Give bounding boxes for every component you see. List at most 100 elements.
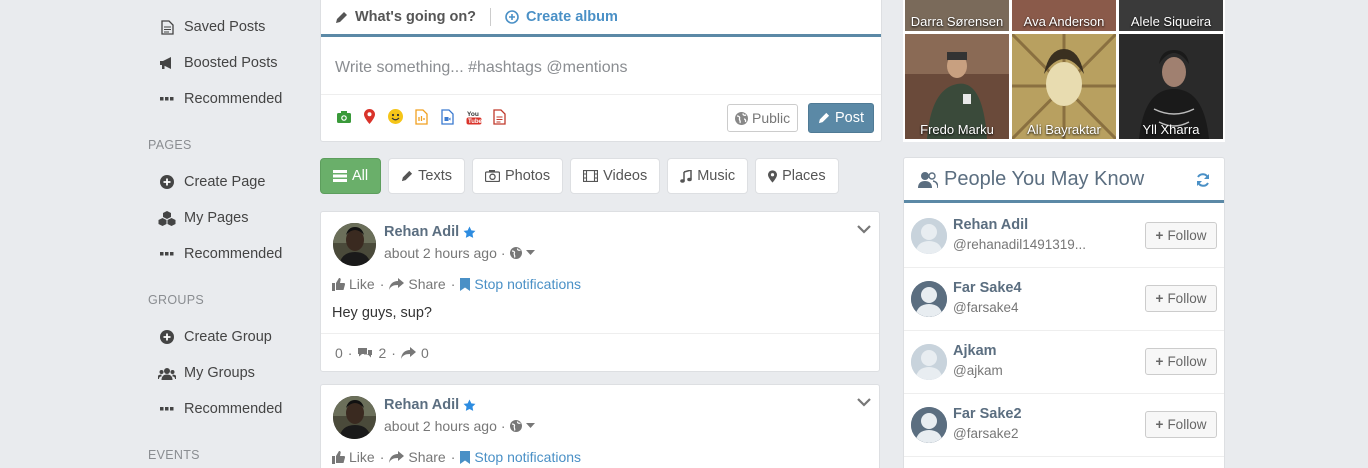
photo-caption: Yll Xharra: [1142, 122, 1200, 137]
caret-down-icon[interactable]: [525, 423, 535, 429]
avatar[interactable]: [911, 344, 947, 380]
pencil-icon: [818, 112, 830, 124]
plus-circle-icon: [158, 330, 176, 344]
globe-icon[interactable]: [509, 247, 522, 259]
stop-label: Stop notifications: [474, 449, 582, 465]
filter-label: Places: [782, 168, 826, 184]
person-name[interactable]: Ajkam: [953, 343, 997, 359]
share-count[interactable]: 0: [421, 345, 429, 361]
share-button[interactable]: Share: [389, 449, 446, 465]
post-text-input[interactable]: [321, 40, 881, 95]
filter-all[interactable]: All: [320, 158, 382, 194]
avatar[interactable]: [911, 218, 947, 254]
person-handle: @farsake4: [953, 300, 1019, 315]
photo-caption: Fredo Marku: [920, 122, 994, 137]
svg-text:Tube: Tube: [468, 119, 482, 125]
smiley-icon[interactable]: [387, 108, 404, 125]
photo-caption: Alele Siqueira: [1130, 14, 1212, 29]
sidebar-item-recommended-pages[interactable]: Recommended: [158, 242, 282, 266]
camera-icon[interactable]: [335, 108, 352, 125]
photo-caption: Darra Sørensen: [910, 14, 1004, 29]
separator: ·: [347, 344, 353, 361]
photo-tile[interactable]: Fredo Marku: [905, 34, 1009, 139]
avatar[interactable]: [333, 223, 376, 266]
file-text-icon[interactable]: [491, 108, 508, 125]
share-label: Share: [408, 449, 446, 465]
like-label: Like: [349, 449, 375, 465]
sidebar-item-label: Recommended: [184, 91, 283, 107]
chevron-down-icon[interactable]: [857, 394, 871, 410]
filter-videos[interactable]: Videos: [570, 158, 661, 194]
filter-photos[interactable]: Photos: [471, 158, 564, 194]
like-count[interactable]: 0: [335, 345, 343, 361]
audio-file-icon[interactable]: [413, 108, 430, 125]
caret-down-icon[interactable]: [525, 250, 535, 256]
photo-tile[interactable]: Alele Siqueira: [1119, 0, 1223, 31]
follow-button[interactable]: + Follow: [1145, 411, 1217, 438]
person-name[interactable]: Rehan Adil: [953, 217, 1028, 233]
sidebar-item-label: My Groups: [184, 365, 255, 381]
photo-tile[interactable]: Yll Xharra: [1119, 34, 1223, 139]
avatar[interactable]: [333, 396, 376, 439]
filter-texts[interactable]: Texts: [388, 158, 465, 194]
share-button[interactable]: Share: [389, 276, 446, 292]
post-label: Post: [834, 110, 864, 126]
post-time[interactable]: about 2 hours ago: [384, 245, 497, 261]
sidebar-item-my-pages[interactable]: My Pages: [158, 206, 248, 230]
filter-places[interactable]: Places: [755, 158, 839, 194]
post-author[interactable]: Rehan Adil: [384, 224, 476, 240]
person-name[interactable]: Far Sake4: [953, 280, 1022, 296]
megaphone-icon: [158, 56, 176, 70]
pymk-header: People You May Know: [904, 158, 1224, 203]
stop-notifications-button[interactable]: Stop notifications: [460, 449, 581, 465]
sidebar-item-saved-posts[interactable]: Saved Posts: [158, 15, 265, 39]
globe-icon[interactable]: [509, 420, 522, 432]
avatar[interactable]: [911, 407, 947, 443]
stop-label: Stop notifications: [474, 276, 582, 292]
follow-button[interactable]: + Follow: [1145, 285, 1217, 312]
author-name: Rehan Adil: [384, 397, 460, 413]
star-icon: [463, 226, 476, 239]
person-name[interactable]: Far Sake2: [953, 406, 1022, 422]
feed-filters: All Texts Photos Videos Music Places: [320, 158, 839, 194]
map-marker-icon[interactable]: [361, 108, 378, 125]
sidebar-heading-events: EVENTS: [148, 448, 200, 462]
youtube-icon[interactable]: You Tube: [465, 108, 482, 125]
privacy-public-button[interactable]: Public: [727, 104, 799, 132]
post-button[interactable]: Post: [808, 103, 874, 133]
feed-post: Rehan Adil about 2 hours ago · Like · Sh…: [320, 384, 880, 468]
tab-whats-going-on[interactable]: What's going on?: [335, 9, 476, 25]
attachment-icons: You Tube: [335, 108, 508, 125]
video-file-icon[interactable]: [439, 108, 456, 125]
sidebar-item-recommended-groups[interactable]: Recommended: [158, 397, 282, 421]
share-icon: [389, 451, 405, 463]
sidebar-item-recommended[interactable]: Recommended: [158, 87, 282, 111]
tab-create-album[interactable]: Create album: [505, 9, 618, 25]
sidebar-item-create-page[interactable]: Create Page: [158, 170, 265, 194]
stop-notifications-button[interactable]: Stop notifications: [460, 276, 581, 292]
film-icon: [583, 170, 599, 182]
photo-tile[interactable]: Ava Anderson: [1012, 0, 1116, 31]
public-label: Public: [752, 110, 791, 126]
refresh-icon[interactable]: [1196, 170, 1210, 193]
pencil-icon: [335, 11, 348, 24]
avatar[interactable]: [911, 281, 947, 317]
photo-tile[interactable]: Ali Bayraktar: [1012, 34, 1116, 139]
post-author[interactable]: Rehan Adil: [384, 397, 476, 413]
sidebar-item-my-groups[interactable]: My Groups: [158, 361, 255, 385]
like-button[interactable]: Like: [332, 449, 375, 465]
like-button[interactable]: Like: [332, 276, 375, 292]
sidebar-item-create-group[interactable]: Create Group: [158, 325, 272, 349]
filter-music[interactable]: Music: [667, 158, 749, 194]
post-time[interactable]: about 2 hours ago: [384, 418, 497, 434]
person-handle: @ajkam: [953, 363, 1003, 378]
follow-button[interactable]: + Follow: [1145, 222, 1217, 249]
comment-count[interactable]: 2: [378, 345, 386, 361]
photo-tile[interactable]: Darra Sørensen: [905, 0, 1009, 31]
chevron-down-icon[interactable]: [857, 221, 871, 237]
document-icon: [158, 19, 176, 35]
follow-button[interactable]: + Follow: [1145, 348, 1217, 375]
plus-icon: +: [1155, 291, 1164, 306]
sidebar-item-label: Saved Posts: [184, 19, 266, 35]
sidebar-item-boosted-posts[interactable]: Boosted Posts: [158, 51, 278, 75]
